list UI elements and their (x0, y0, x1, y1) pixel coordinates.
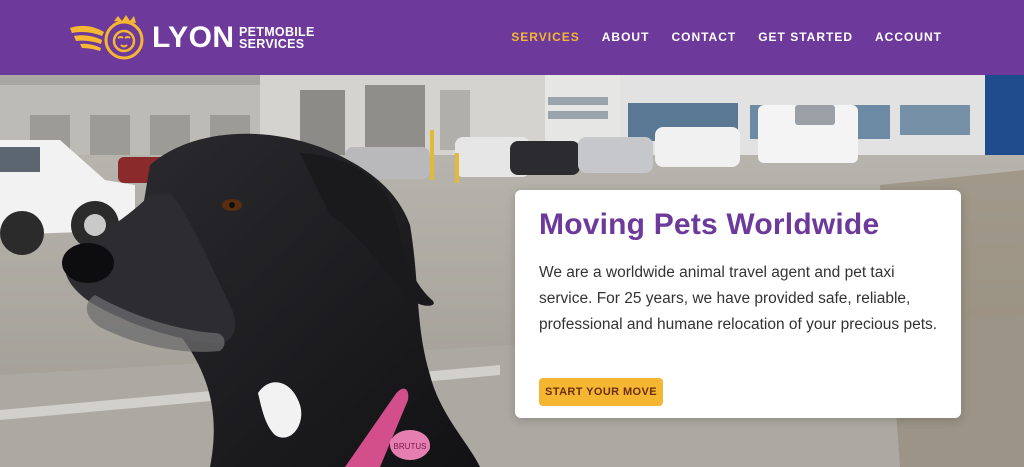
hero-card: Moving Pets Worldwide We are a worldwide… (515, 190, 961, 418)
brand-subtitle: PETMOBILE SERVICES (239, 26, 315, 51)
nav-contact[interactable]: CONTACT (671, 30, 736, 44)
winged-lion-logo-icon (70, 15, 144, 60)
site-header: LYON PETMOBILE SERVICES SERVICES ABOUT C… (0, 0, 1024, 75)
start-your-move-button[interactable]: START YOUR MOVE (539, 378, 663, 406)
hero-section: BRUTUS Moving Pets Worldwide We are a wo… (0, 75, 1024, 467)
logo[interactable]: LYON PETMOBILE SERVICES (68, 14, 328, 62)
hero-description: We are a worldwide animal travel agent a… (539, 264, 938, 333)
nav-account[interactable]: ACCOUNT (875, 30, 942, 44)
brand-subtitle-line-2: SERVICES (239, 37, 305, 51)
brand-name: LYON (152, 21, 235, 54)
main-nav: SERVICES ABOUT CONTACT GET STARTED ACCOU… (511, 30, 942, 44)
nav-get-started[interactable]: GET STARTED (758, 30, 853, 44)
hero-title: Moving Pets Worldwide (539, 208, 880, 241)
nav-about[interactable]: ABOUT (602, 30, 650, 44)
nav-services[interactable]: SERVICES (511, 30, 579, 44)
pet-tag-text: BRUTUS (394, 442, 427, 451)
